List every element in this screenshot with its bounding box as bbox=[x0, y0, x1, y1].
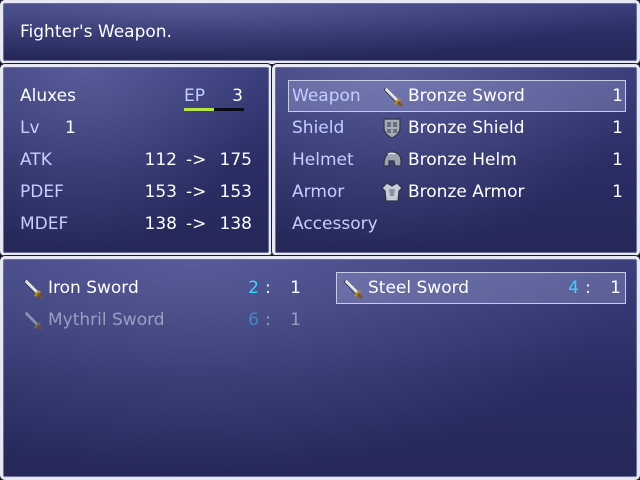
slot-label: Helmet bbox=[292, 150, 354, 170]
status-window: Aluxes EP 3 Lv 1 ATK 112 -> 175 PDEF 153… bbox=[0, 64, 272, 256]
level-value: 1 bbox=[65, 118, 76, 138]
sword-icon bbox=[380, 84, 404, 108]
ep-label: EP bbox=[184, 86, 205, 106]
slot-count: 1 bbox=[612, 86, 623, 106]
slot-count: 1 bbox=[612, 182, 623, 202]
actor-name: Aluxes bbox=[20, 86, 76, 106]
slot-count: 1 bbox=[612, 118, 623, 138]
slot-item: Bronze Sword bbox=[408, 86, 525, 106]
item-count: 1 bbox=[290, 278, 301, 298]
param-new: 175 bbox=[219, 150, 252, 170]
param-label: ATK bbox=[20, 150, 52, 170]
param-new: 138 bbox=[219, 214, 252, 234]
param-current: 153 bbox=[144, 182, 177, 202]
slot-label: Armor bbox=[292, 182, 345, 202]
item-count: 1 bbox=[610, 278, 621, 298]
armor-icon bbox=[380, 180, 404, 204]
sword-icon bbox=[20, 276, 44, 300]
param-new: 153 bbox=[219, 182, 252, 202]
slot-count: 1 bbox=[612, 150, 623, 170]
item-window: Iron Sword 2 : 1 Steel Sword 4 : 1 Mythr… bbox=[0, 256, 640, 480]
item-name: Mythril Sword bbox=[48, 310, 165, 330]
slot-label: Accessory bbox=[292, 214, 378, 234]
slot-item: Bronze Shield bbox=[408, 118, 525, 138]
sword-icon bbox=[20, 308, 44, 332]
item-ep-cost: 2 bbox=[248, 278, 259, 298]
item-count: 1 bbox=[290, 310, 301, 330]
item-name: Iron Sword bbox=[48, 278, 139, 298]
slot-label: Weapon bbox=[292, 86, 361, 106]
ep-value: 3 bbox=[232, 86, 243, 106]
item-colon: : bbox=[585, 278, 591, 298]
param-label: PDEF bbox=[20, 182, 64, 202]
ep-gauge bbox=[184, 108, 244, 111]
item-ep-cost: 4 bbox=[568, 278, 579, 298]
item-colon: : bbox=[265, 278, 271, 298]
slot-item: Bronze Armor bbox=[408, 182, 525, 202]
level-label: Lv bbox=[20, 118, 40, 138]
param-current: 138 bbox=[144, 214, 177, 234]
shield-icon bbox=[380, 116, 404, 140]
slot-label: Shield bbox=[292, 118, 345, 138]
help-text: Fighter's Weapon. bbox=[20, 22, 172, 42]
sword-icon bbox=[340, 276, 364, 300]
slot-item: Bronze Helm bbox=[408, 150, 517, 170]
equipment-window: Weapon Bronze Sword 1 Shield Bronze Shie… bbox=[272, 64, 640, 256]
ep-gauge-fill bbox=[184, 108, 214, 111]
param-label: MDEF bbox=[20, 214, 69, 234]
param-current: 112 bbox=[144, 150, 177, 170]
item-name: Steel Sword bbox=[368, 278, 470, 298]
item-ep-cost: 6 bbox=[248, 310, 259, 330]
help-window: Fighter's Weapon. bbox=[0, 0, 640, 64]
item-colon: : bbox=[265, 310, 271, 330]
helmet-icon bbox=[380, 148, 404, 172]
